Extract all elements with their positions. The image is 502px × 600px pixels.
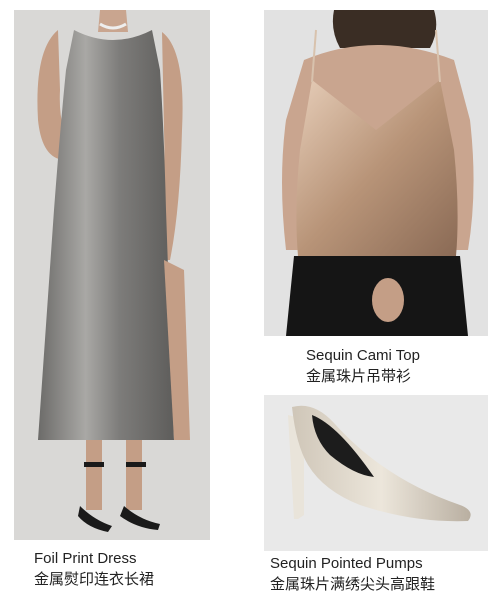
sequin-pumps-photo [264, 395, 488, 551]
dress-name-en: Foil Print Dress [34, 550, 137, 567]
sequin-cami-photo [264, 10, 488, 336]
cami-caption: Sequin Cami Top 金属珠片吊带衫 [306, 346, 420, 386]
dress-name-cn: 金属熨印连衣长裙 [34, 570, 155, 588]
pumps-name-cn: 金属珠片满绣尖头高跟鞋 [270, 575, 436, 593]
cami-name-en: Sequin Cami Top [306, 347, 420, 364]
dress-caption: Foil Print Dress 金属熨印连衣长裙 [34, 549, 154, 589]
cami-name-cn: 金属珠片吊带衫 [306, 367, 412, 385]
pumps-name-en: Sequin Pointed Pumps [270, 555, 423, 572]
foil-dress-photo [14, 10, 210, 540]
pumps-caption: Sequin Pointed Pumps 金属珠片满绣尖头高跟鞋 [270, 554, 435, 594]
